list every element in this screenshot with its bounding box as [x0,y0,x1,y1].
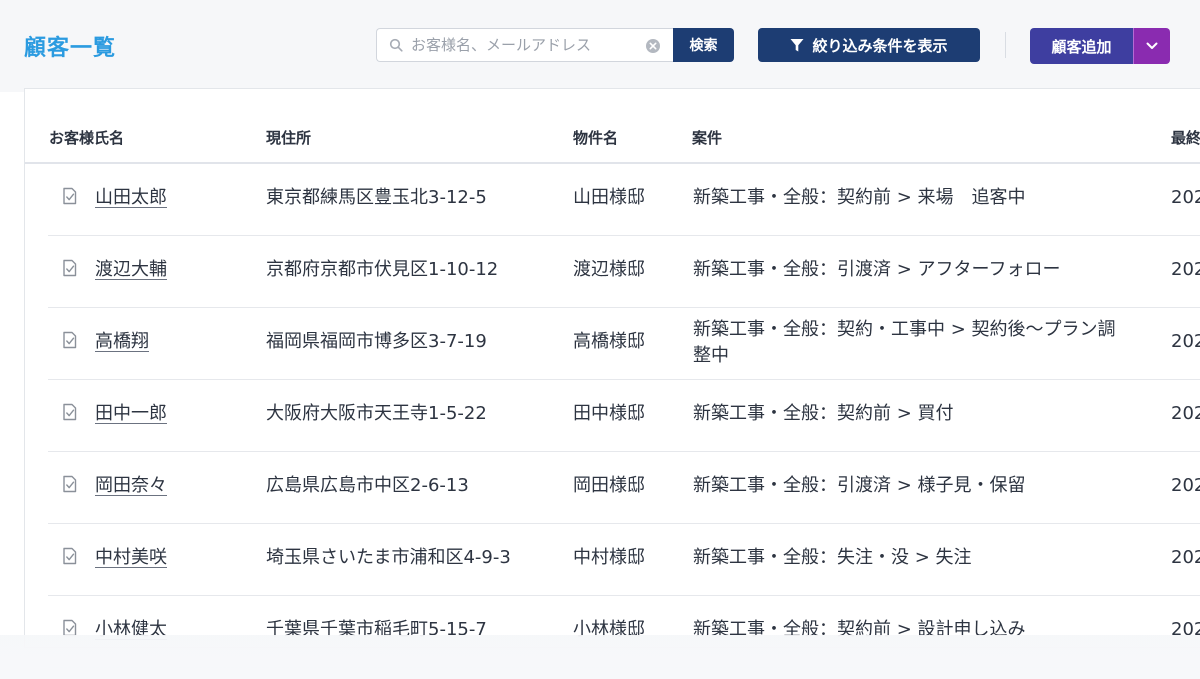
address-cell: 大阪府大阪市天王寺1-5-22 [266,403,487,424]
filter-toggle-button[interactable]: 絞り込み条件を表示 [758,28,980,62]
add-customer-label: 顧客追加 [1051,37,1112,56]
bottom-fade [0,635,1200,679]
search-input[interactable] [411,34,639,56]
customer-name-cell: 岡田奈々 [95,473,167,499]
memo-icon[interactable] [62,187,78,205]
case-cell: 新築工事・全般：契約前 > 来場 追客中 [693,187,1026,208]
address-cell: 福岡県福岡市博多区3-7-19 [266,331,487,352]
address-cell: 広島県広島市中区2-6-13 [266,475,469,496]
memo-icon[interactable] [62,475,78,493]
column-header-property[interactable]: 物件名 [573,127,618,148]
address-cell: 東京都練馬区豊玉北3-12-5 [266,187,487,208]
table-row[interactable]: 岡田奈々 広島県広島市中区2-6-13 岡田様邸 新築工事・全般：引渡済 > 様子見・… [48,451,1200,524]
clear-icon[interactable] [645,38,661,54]
customer-name-cell: 山田太郎 [95,185,167,211]
filter-button-label: 絞り込み条件を表示 [812,36,948,55]
address-cell: 京都府京都市伏見区1-10-12 [266,259,499,280]
table-row[interactable]: 田中一郎 大阪府大阪市天王寺1-5-22 田中様邸 新築工事・全般：契約前 > 買付 2… [48,379,1200,452]
memo-icon[interactable] [62,547,78,565]
property-cell: 山田様邸 [573,187,645,208]
property-cell: 高橋様邸 [573,331,645,352]
property-cell: 田中様邸 [573,403,645,424]
filter-icon [790,38,804,51]
search-button[interactable]: 検索 [673,28,734,62]
customer-name-cell: 中村美咲 [95,545,167,571]
column-header-name[interactable]: お客様氏名 [49,127,124,148]
customer-name-link[interactable]: 高橋翔 [95,331,149,352]
page-header: 顧客一覧 検索 絞り込み条件を表示 顧客追加 [0,0,1200,92]
search-box [376,28,674,62]
add-customer-button[interactable]: 顧客追加 [1030,28,1133,64]
column-header-case[interactable]: 案件 [692,127,722,148]
customer-table: お客様氏名 現住所 物件名 案件 最終 山田太郎 東京都練馬区豊玉北3-12-5 山… [24,88,1200,668]
customer-name-cell: 渡辺大輔 [95,257,167,283]
last-updated-cell: 202 [1171,331,1200,352]
search-button-label: 検索 [689,38,718,54]
last-updated-cell: 202 [1171,187,1200,208]
table-row[interactable]: 高橋翔 福岡県福岡市博多区3-7-19 高橋様邸 新築工事・全般：契約・工事中 > 契… [48,307,1200,380]
customer-name-link[interactable]: 岡田奈々 [95,475,167,496]
customer-name-cell: 田中一郎 [95,401,167,427]
last-updated-cell: 202 [1171,475,1200,496]
chevron-down-icon [1146,42,1158,49]
header-divider [1005,32,1006,58]
table-row[interactable]: 山田太郎 東京都練馬区豊玉北3-12-5 山田様邸 新築工事・全般：契約前 > 来場 … [48,163,1200,236]
column-header-last[interactable]: 最終 [1171,127,1200,148]
memo-icon[interactable] [62,331,78,349]
customer-name-link[interactable]: 山田太郎 [95,187,167,208]
table-header: お客様氏名 現住所 物件名 案件 最終 [25,89,1200,164]
table-row[interactable]: 中村美咲 埼玉県さいたま市浦和区4-9-3 中村様邸 新築工事・全般：失注・没 > 失… [48,523,1200,596]
case-cell: 新築工事・全般：契約・工事中 > 契約後〜プラン調整中 [693,319,1116,366]
add-customer-dropdown[interactable] [1133,28,1170,64]
case-cell: 新築工事・全般：引渡済 > アフターフォロー [693,259,1061,280]
page-title: 顧客一覧 [24,36,117,61]
property-cell: 渡辺様邸 [573,259,645,280]
customer-name-cell: 高橋翔 [95,329,149,355]
last-updated-cell: 202 [1171,259,1200,280]
case-cell: 新築工事・全般：失注・没 > 失注 [693,547,972,568]
table-row[interactable]: 渡辺大輔 京都府京都市伏見区1-10-12 渡辺様邸 新築工事・全般：引渡済 > アフ… [48,235,1200,308]
property-cell: 中村様邸 [573,547,645,568]
customer-name-link[interactable]: 中村美咲 [95,547,167,568]
case-cell: 新築工事・全般：引渡済 > 様子見・保留 [693,475,1026,496]
case-cell: 新築工事・全般：契約前 > 買付 [693,403,954,424]
last-updated-cell: 202 [1171,403,1200,424]
memo-icon[interactable] [62,403,78,421]
customer-name-link[interactable]: 田中一郎 [95,403,167,424]
address-cell: 埼玉県さいたま市浦和区4-9-3 [266,547,511,568]
property-cell: 岡田様邸 [573,475,645,496]
last-updated-cell: 202 [1171,547,1200,568]
memo-icon[interactable] [62,259,78,277]
customer-name-link[interactable]: 渡辺大輔 [95,259,167,280]
column-header-address[interactable]: 現住所 [266,127,311,148]
search-icon [389,38,403,52]
